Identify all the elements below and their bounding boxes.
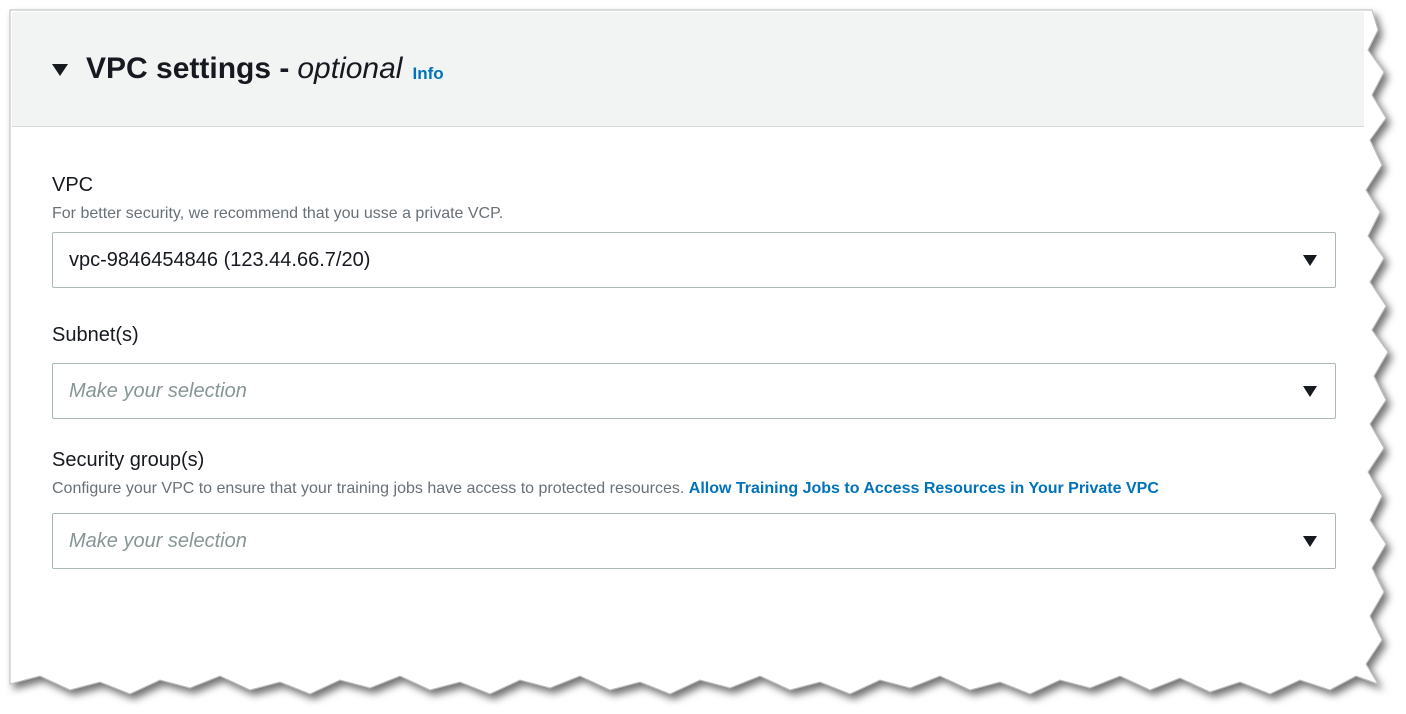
caret-down-icon (1303, 535, 1317, 547)
caret-down-icon[interactable] (52, 64, 68, 76)
security-groups-field: Security group(s) Configure your VPC to … (52, 419, 1336, 569)
info-link[interactable]: Info (412, 64, 443, 84)
security-groups-description-text: Configure your VPC to ensure that your t… (52, 480, 685, 497)
section-title: VPC settings - (86, 52, 290, 85)
vpc-label: VPC (52, 174, 94, 196)
caret-down-icon (1303, 254, 1317, 266)
section-header[interactable]: VPC settings - optional Info (12, 12, 1364, 127)
vpc-description: For better security, we recommend that y… (52, 205, 504, 222)
subnets-field: Subnet(s) Make your selection (52, 288, 1336, 419)
subnets-select[interactable]: Make your selection (52, 363, 1336, 419)
vpc-settings-panel: VPC settings - optional Info VPC For bet… (12, 12, 1364, 672)
vpc-select[interactable]: vpc-9846454846 (123.44.66.7/20) (52, 232, 1336, 288)
security-groups-select[interactable]: Make your selection (52, 513, 1336, 569)
section-body: VPC For better security, we recommend th… (12, 127, 1364, 569)
subnets-select-placeholder: Make your selection (69, 379, 247, 402)
security-groups-select-placeholder: Make your selection (69, 529, 247, 552)
security-groups-label: Security group(s) (52, 449, 205, 471)
subnets-label: Subnet(s) (52, 324, 139, 346)
vpc-select-value: vpc-9846454846 (123.44.66.7/20) (69, 248, 371, 271)
vpc-field: VPC For better security, we recommend th… (52, 127, 1336, 288)
security-groups-description: Configure your VPC to ensure that your t… (52, 476, 1292, 501)
caret-down-icon (1303, 385, 1317, 397)
security-groups-help-link[interactable]: Allow Training Jobs to Access Resources … (689, 480, 1159, 497)
section-optional-label: optional (297, 52, 403, 85)
